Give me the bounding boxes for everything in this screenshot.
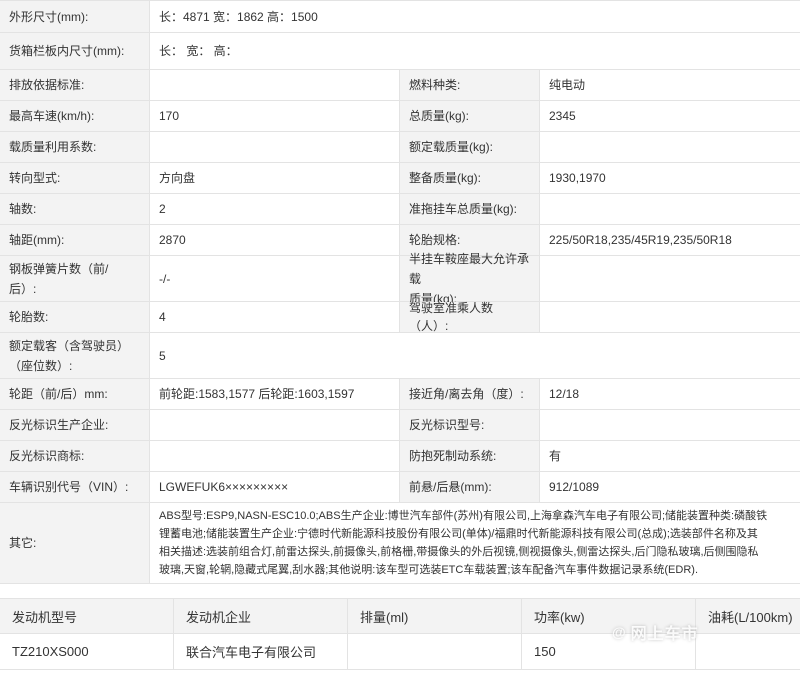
spec-label: 载质量利用系数: [0, 132, 150, 162]
spec-value: 纯电动 [540, 70, 800, 100]
spec-row-cargo-dimensions: 货箱栏板内尺寸(mm): 长： 宽： 高： [0, 33, 800, 70]
spec-value-other: ABS型号:ESP9,NASN-ESC10.0;ABS生产企业:博世汽车部件(苏… [150, 503, 800, 583]
spec-value: 4 [150, 302, 400, 332]
spec-value: LGWEFUK6××××××××× [150, 472, 400, 502]
spec-value: 长： 宽： 高： [150, 33, 800, 69]
spec-label-text: 钢板弹簧片数（前/ [9, 261, 109, 276]
spec-row: 反光标识生产企业: 反光标识型号: [0, 410, 800, 441]
spec-value [150, 441, 400, 471]
spec-label: 车辆识别代号（VIN）: [0, 472, 150, 502]
spec-label: 轮胎数: [0, 302, 150, 332]
spec-row: 轴距(mm): 2870 轮胎规格: 225/50R18,235/45R19,2… [0, 225, 800, 256]
spec-row: 最高车速(km/h): 170 总质量(kg): 2345 [0, 101, 800, 132]
spec-label: 排放依据标准: [0, 70, 150, 100]
spec-value: 1930,1970 [540, 163, 800, 193]
spec-row: 钢板弹簧片数（前/后）: -/- 半挂车鞍座最大允许承载 质量(kg): [0, 252, 800, 306]
spec-label: 反光标识生产企业: [0, 410, 150, 440]
spec-label: 准拖挂车总质量(kg): [400, 194, 540, 224]
other-line: 相关描述:选装前组合灯,前雷达探头,前摄像头,前格栅,带摄像头的外后视镜,侧视摄… [159, 546, 759, 558]
engine-model-cell: TZ210XS000 [0, 634, 174, 669]
other-lines: ABS型号:ESP9,NASN-ESC10.0;ABS生产企业:博世汽车部件(苏… [159, 507, 767, 579]
spec-label: 转向型式: [0, 163, 150, 193]
spec-value: 前轮距:1583,1577 后轮距:1603,1597 [150, 379, 400, 409]
watermark: @ 网上车市 [612, 620, 699, 644]
spec-value: 2345 [540, 101, 800, 131]
spec-value: 170 [150, 101, 400, 131]
spec-label: 接近角/离去角（度）: [400, 379, 540, 409]
spec-label: 反光标识型号: [400, 410, 540, 440]
spec-row-other: 其它: ABS型号:ESP9,NASN-ESC10.0;ABS生产企业:博世汽车… [0, 503, 800, 584]
spec-label: 前悬/后悬(mm): [400, 472, 540, 502]
spec-value: 有 [540, 441, 800, 471]
spec-label: 钢板弹簧片数（前/后）: [0, 256, 150, 301]
watermark-at: @ [612, 624, 626, 640]
spec-value [150, 132, 400, 162]
spec-label: 额定载质量(kg): [400, 132, 540, 162]
spec-value [150, 410, 400, 440]
spec-row: 轮胎数: 4 驾驶室准乘人数（人）: [0, 301, 800, 333]
spec-value: 225/50R18,235/45R19,235/50R18 [540, 225, 800, 255]
spec-label-line: 钢板弹簧片数（前/后）: [9, 259, 108, 299]
spec-row: 轮距（前/后）mm: 前轮距:1583,1577 后轮距:1603,1597 接… [0, 379, 800, 410]
spec-label-text: （座位数）: [9, 358, 73, 373]
spec-label-text: 额定载客（含驾驶员） [9, 338, 130, 353]
spec-value [540, 132, 800, 162]
spec-label: 驾驶室准乘人数（人）: [400, 301, 540, 333]
spec-label: 货箱栏板内尺寸(mm): [0, 33, 150, 69]
spec-label: 整备质量(kg): [400, 163, 540, 193]
spec-row: 转向型式: 方向盘 整备质量(kg): 1930,1970 [0, 163, 800, 194]
spec-value: 长：4871 宽：1862 高：1500 [150, 1, 800, 32]
spec-row: 排放依据标准: 燃料种类: 纯电动 [0, 70, 800, 101]
engine-col-displacement: 排量(ml) [348, 599, 522, 633]
spec-label-text: 半挂车鞍座最大允许承载 [409, 251, 530, 286]
spec-row-dimensions: 外形尺寸(mm): 长：4871 宽：1862 高：1500 [0, 1, 800, 33]
spec-label: 轴距(mm): [0, 225, 150, 255]
spec-row: 载质量利用系数: 额定载质量(kg): [0, 132, 800, 163]
spec-table: 外形尺寸(mm): 长：4871 宽：1862 高：1500 货箱栏板内尺寸(m… [0, 0, 800, 584]
other-line: ABS型号:ESP9,NASN-ESC10.0;ABS生产企业:博世汽车部件(苏… [159, 510, 768, 522]
spec-value: 12/18 [540, 379, 800, 409]
engine-col-model: 发动机型号 [0, 599, 174, 633]
spec-row-seats: 额定载客（含驾驶员） （座位数）: 5 [0, 333, 800, 379]
spec-label: 轮距（前/后）mm: [0, 379, 150, 409]
engine-company-cell: 联合汽车电子有限公司 [174, 634, 348, 669]
spec-label: 燃料种类: [400, 70, 540, 100]
engine-col-company: 发动机企业 [174, 599, 348, 633]
spec-value [540, 256, 800, 301]
engine-displacement-cell [348, 634, 522, 669]
spec-value: 2870 [150, 225, 400, 255]
spec-value [150, 70, 400, 100]
spec-value: -/- [150, 256, 400, 301]
spec-label: 半挂车鞍座最大允许承载 质量(kg): [400, 252, 540, 306]
engine-col-consumption: 油耗(L/100km) [708, 609, 793, 625]
spec-value: 5 [150, 333, 800, 378]
spec-value [540, 410, 800, 440]
spec-value: 方向盘 [150, 163, 400, 193]
spec-value [540, 194, 800, 224]
spec-label: 轴数: [0, 194, 150, 224]
spec-label: 额定载客（含驾驶员） （座位数）: [0, 333, 150, 378]
engine-consumption-cell [696, 634, 800, 669]
spec-row: 轴数: 2 准拖挂车总质量(kg): [0, 194, 800, 225]
other-line: 玻璃,天窗,轮辋,隐藏式尾翼,刮水器;其他说明:该车型可选装ETC车载装置;该车… [159, 564, 698, 576]
spec-row-vin: 车辆识别代号（VIN）: LGWEFUK6××××××××× 前悬/后悬(mm)… [0, 472, 800, 503]
spec-label-text: 后）: [9, 281, 37, 296]
spec-row: 反光标识商标: 防抱死制动系统: 有 [0, 441, 800, 472]
spec-label: 其它: [0, 503, 150, 583]
spec-label: 最高车速(km/h): [0, 101, 150, 131]
spec-label: 外形尺寸(mm): [0, 1, 150, 32]
spec-label: 反光标识商标: [0, 441, 150, 471]
spec-label: 防抱死制动系统: [400, 441, 540, 471]
spec-value [540, 302, 800, 332]
other-line: 锂蓄电池;储能装置生产企业:宁德时代新能源科技股份有限公司(单体)/福鼎时代新能… [159, 528, 758, 540]
spec-value: 912/1089 [540, 472, 800, 502]
watermark-text: 网上车市 [630, 626, 699, 643]
spec-label: 总质量(kg): [400, 101, 540, 131]
spec-label-line: 额定载客（含驾驶员） （座位数）: [9, 336, 129, 376]
spec-value: 2 [150, 194, 400, 224]
